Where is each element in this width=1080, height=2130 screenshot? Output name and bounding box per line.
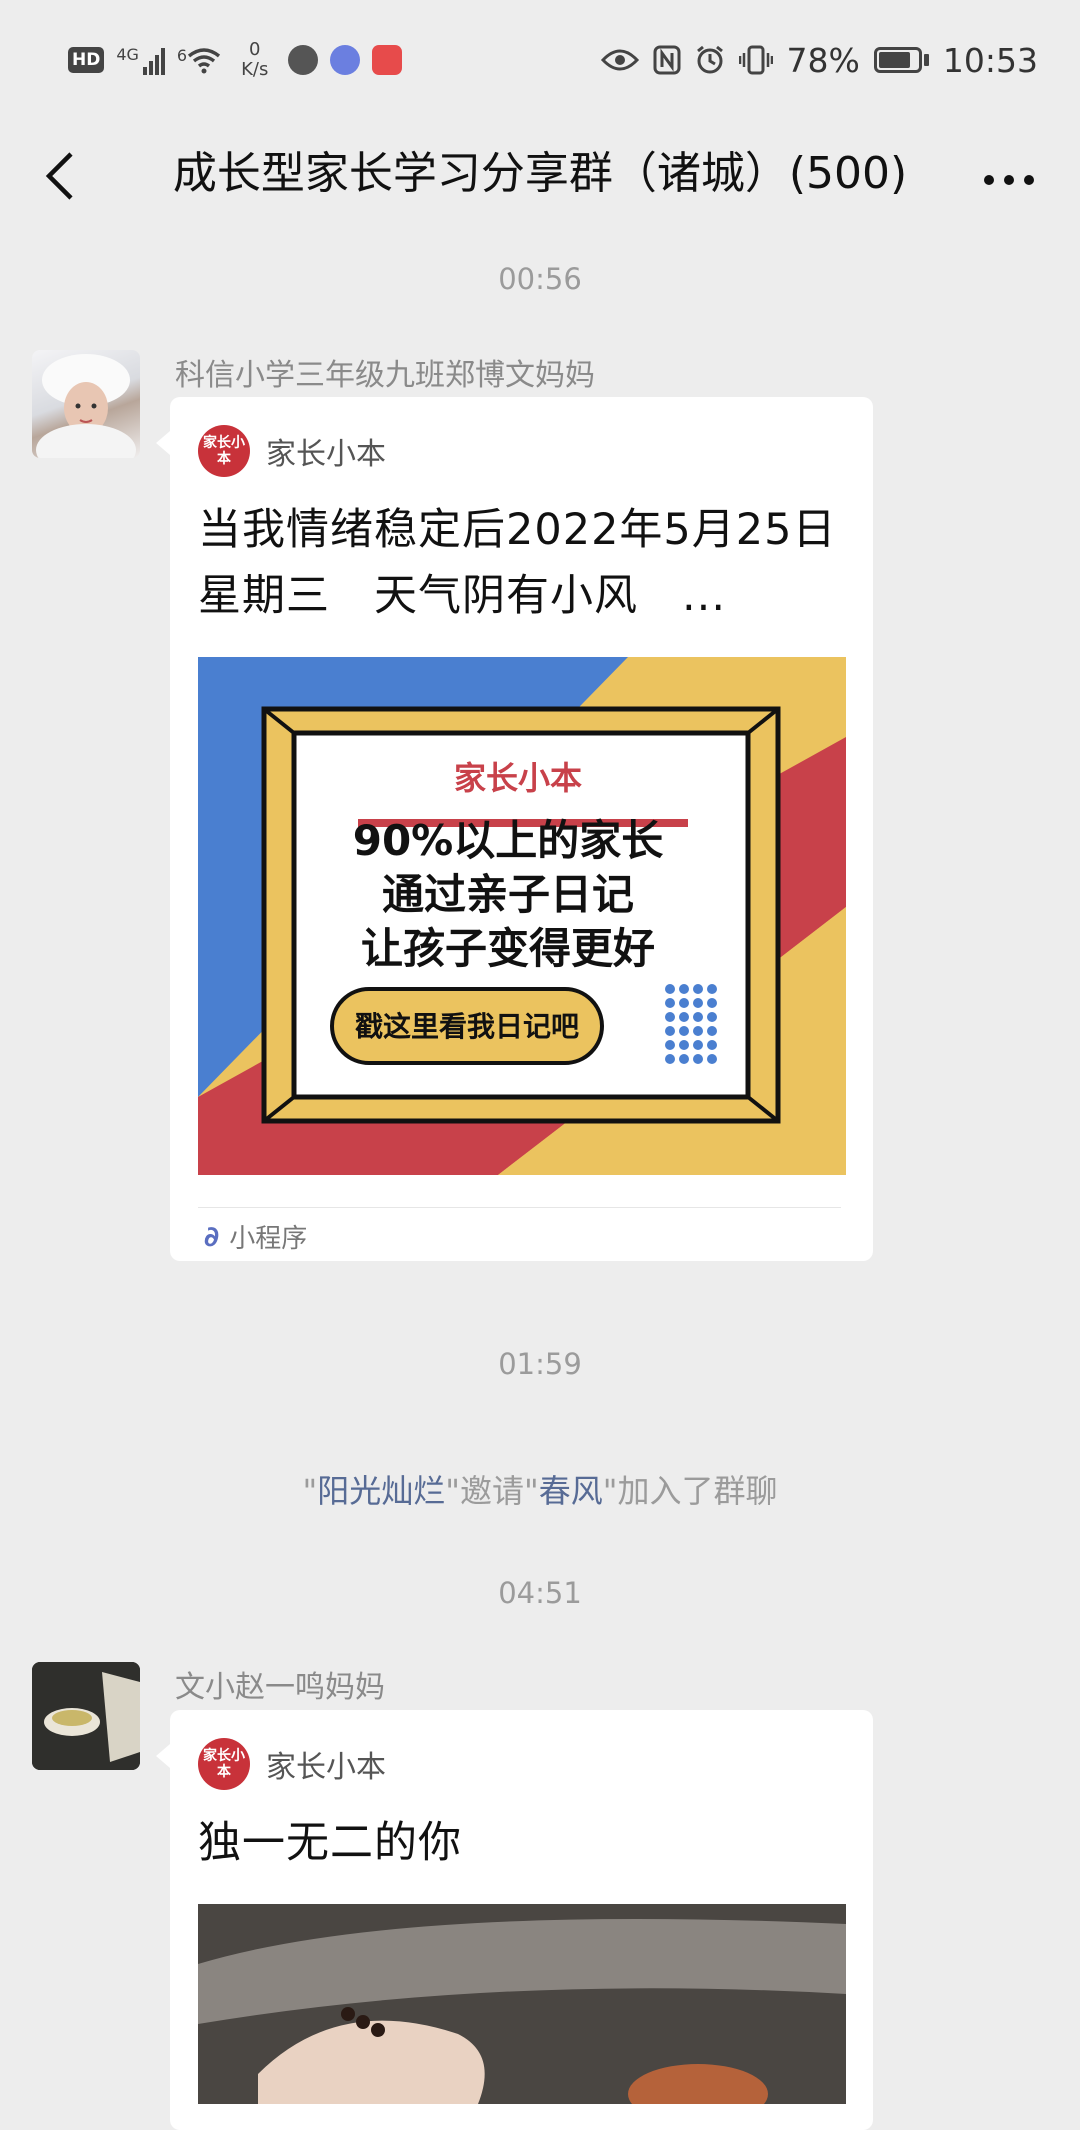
card-divider	[198, 1207, 841, 1208]
sender-name: 文小赵一鸣妈妈	[175, 1670, 385, 1705]
nfc-icon	[653, 45, 681, 75]
eye-icon	[600, 49, 639, 71]
thumbnail-button: 戳这里看我日记吧	[354, 1010, 579, 1043]
battery-icon	[873, 47, 929, 73]
system-message: "阳光灿烂"邀请"春风"加入了群聊	[302, 1472, 778, 1510]
cellular-signal-icon: 4G	[116, 45, 165, 75]
app-name: 家长小本	[266, 437, 386, 472]
mini-program-header: 家长小本 家长小本	[198, 425, 386, 477]
hd-icon: HD	[68, 47, 105, 73]
message-timestamp: 00:56	[498, 262, 582, 296]
wifi-icon: 6	[177, 46, 221, 74]
avatar[interactable]	[32, 1662, 140, 1770]
message-timestamp: 04:51	[498, 1576, 582, 1610]
vibrate-icon	[738, 45, 773, 75]
avatar-image	[36, 354, 136, 458]
mini-program-label: 小程序	[229, 1223, 308, 1254]
thumbnail-graphic	[198, 1904, 846, 2104]
chat-title: 成长型家长学习分享群（诸城）(500)	[172, 148, 908, 199]
sender-name: 科信小学三年级九班郑博文妈妈	[175, 358, 595, 393]
message-timestamp: 01:59	[498, 1347, 582, 1381]
thumbnail-line3: 让孩子变得更好	[360, 924, 655, 973]
thumbnail-line2: 通过亲子日记	[381, 870, 634, 919]
mini-program-icon: ∂	[204, 1219, 220, 1253]
card-footer: ∂ 小程序	[204, 1217, 307, 1255]
thumbnail-brand: 家长小本	[453, 759, 582, 797]
battery-percent: 78%	[786, 40, 860, 80]
thumbnail-line1: 90%以上的家长	[352, 816, 664, 865]
more-button[interactable]	[974, 142, 1044, 208]
clock: 10:53	[942, 40, 1038, 80]
avatar[interactable]	[32, 350, 140, 458]
music-icon	[330, 45, 361, 75]
mini-program-header: 家长小本 家长小本	[198, 1738, 386, 1790]
mini-program-card[interactable]: 家长小本 家长小本 独一无二的你	[156, 1710, 873, 2130]
more-dots-icon	[984, 175, 1034, 185]
card-thumbnail: 家长小本 90%以上的家长 通过亲子日记 让孩子变得更好 戳这里看我日记吧	[198, 657, 846, 1175]
book-icon	[372, 45, 403, 75]
network-speed: 0 K/s	[241, 39, 269, 80]
chat-header: 成长型家长学习分享群（诸城）(500)	[0, 120, 1080, 230]
chevron-left-icon	[45, 152, 73, 200]
app-logo: 家长小本	[198, 425, 250, 477]
browser-icon	[288, 45, 319, 75]
card-thumbnail	[198, 1904, 846, 2104]
inviter-name-link[interactable]: 阳光灿烂	[317, 1472, 445, 1510]
alarm-icon	[696, 45, 723, 74]
card-title: 当我情绪稳定后2022年5月25日 星期三 天气阴有小风 ...	[198, 505, 881, 621]
invitee-name-link[interactable]: 春风	[539, 1472, 603, 1510]
app-logo: 家长小本	[198, 1738, 250, 1790]
app-name: 家长小本	[266, 1750, 386, 1785]
status-bar: HD 4G 6 0 K/s 78% 10:53	[0, 0, 1080, 120]
card-title: 独一无二的你	[198, 1818, 462, 1868]
back-button[interactable]	[30, 142, 90, 208]
mini-program-card[interactable]: 家长小本 家长小本 当我情绪稳定后2022年5月25日 星期三 天气阴有小风 .…	[156, 397, 881, 1261]
avatar-image	[32, 1662, 140, 1770]
